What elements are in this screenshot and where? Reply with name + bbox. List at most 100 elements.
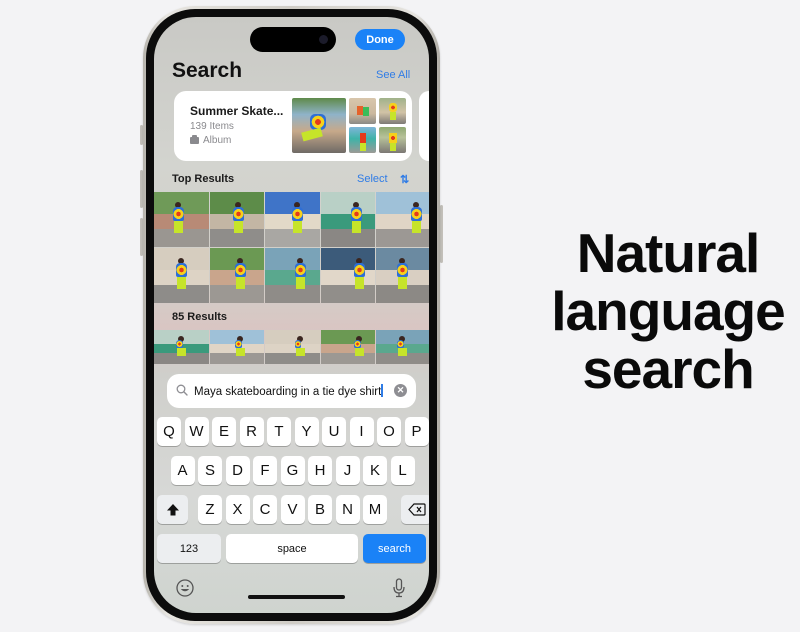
photo-subject-pants [236, 277, 246, 290]
key-t[interactable]: T [267, 417, 291, 446]
photo-subject-pants [176, 277, 186, 290]
key-x[interactable]: X [225, 495, 250, 524]
photo-ground [265, 353, 320, 364]
shift-key[interactable] [157, 495, 188, 524]
photo-background [265, 248, 320, 270]
key-s[interactable]: S [198, 456, 222, 485]
album-card[interactable]: Summer Skate... 139 Items Album [174, 91, 412, 161]
space-key[interactable]: space [226, 534, 358, 563]
next-album-card[interactable] [419, 91, 429, 161]
camera-icon [319, 35, 328, 44]
photo-subject-shirt [291, 207, 303, 222]
headline: Natural language search [548, 224, 788, 398]
delete-key[interactable] [401, 495, 429, 524]
home-indicator[interactable] [248, 595, 345, 599]
backspace-icon [407, 503, 426, 516]
photo-subject-shirt [175, 263, 187, 278]
page-title: Search [172, 59, 243, 82]
photo-thumbnail[interactable] [265, 330, 320, 364]
key-c[interactable]: C [253, 495, 277, 524]
photo-subject-pants [174, 221, 184, 234]
key-y[interactable]: Y [294, 417, 319, 446]
microphone-icon[interactable] [392, 578, 406, 598]
photo-thumbnail[interactable] [376, 330, 429, 364]
photo-subject-pants [352, 221, 362, 234]
key-w[interactable]: W [184, 417, 209, 446]
done-button[interactable]: Done [355, 29, 405, 50]
photo-subject-shirt [235, 263, 247, 278]
photo-subject-shirt [232, 207, 244, 222]
key-j[interactable]: J [335, 456, 360, 485]
key-e[interactable]: E [212, 417, 236, 446]
photo-subject-shirt [235, 339, 243, 349]
photo-thumbnail[interactable] [320, 330, 376, 364]
photo-thumbnail[interactable] [265, 192, 320, 247]
key-l[interactable]: L [390, 456, 415, 485]
top-results-label: Top Results [172, 173, 235, 185]
sort-arrows-icon[interactable]: ⇅ [400, 173, 409, 186]
album-title: Summer Skate... [190, 104, 284, 118]
key-h[interactable]: H [308, 456, 332, 485]
key-d[interactable]: D [225, 456, 250, 485]
photo-subject-shirt [354, 339, 361, 349]
album-thumbnail [349, 98, 376, 124]
headline-line-1: Natural [576, 222, 761, 284]
key-p[interactable]: P [404, 417, 429, 446]
photo-thumbnail[interactable] [320, 248, 376, 303]
key-k[interactable]: K [363, 456, 387, 485]
search-input[interactable]: Maya skateboarding in a tie dye shirt ✕ [167, 374, 416, 408]
photo-thumbnail[interactable] [154, 330, 209, 364]
photo-subject-pants [236, 348, 246, 356]
album-type-label: Album [203, 135, 232, 146]
select-button[interactable]: Select [357, 173, 388, 185]
photo-thumbnail[interactable] [209, 192, 265, 247]
key-n[interactable]: N [335, 495, 360, 524]
emoji-icon[interactable] [176, 579, 194, 597]
photo-thumbnail[interactable] [320, 192, 376, 247]
photo-thumbnail[interactable] [376, 248, 429, 303]
album-thumbnail [379, 127, 406, 153]
key-i[interactable]: I [349, 417, 374, 446]
key-a[interactable]: A [170, 456, 195, 485]
photo-thumbnail[interactable] [265, 248, 320, 303]
key-z[interactable]: Z [198, 495, 222, 524]
photo-subject-pants [355, 348, 365, 356]
photo-thumbnail[interactable] [154, 248, 209, 303]
album-thumbnail [349, 127, 376, 153]
album-item-count: 139 Items [190, 121, 234, 132]
see-all-link[interactable]: See All [376, 69, 410, 81]
photo-thumbnail[interactable] [376, 192, 429, 247]
key-f[interactable]: F [253, 456, 277, 485]
photo-ground [320, 285, 376, 303]
key-q[interactable]: Q [157, 417, 181, 446]
shift-arrow-icon [166, 503, 179, 515]
photo-subject-shirt [173, 207, 185, 222]
phone-screen: Done Search See All Summer Skate... 139 … [154, 17, 429, 613]
key-r[interactable]: R [239, 417, 264, 446]
search-input-value: Maya skateboarding in a tie dye shirt [194, 384, 383, 398]
photo-subject-shirt [351, 207, 363, 222]
photo-subject-pants [398, 277, 408, 290]
numbers-key[interactable]: 123 [157, 534, 221, 563]
album-thumbnails [292, 98, 406, 153]
photo-subject-shirt [397, 339, 404, 349]
clear-x-icon[interactable]: ✕ [394, 384, 407, 397]
key-o[interactable]: O [377, 417, 401, 446]
photo-subject-pants [295, 348, 305, 356]
photo-thumbnail[interactable] [209, 248, 265, 303]
photo-ground [320, 229, 376, 247]
key-u[interactable]: U [322, 417, 346, 446]
dynamic-island [250, 27, 336, 52]
search-key[interactable]: search [363, 534, 426, 563]
key-g[interactable]: G [280, 456, 305, 485]
photo-subject-shirt [294, 339, 302, 349]
text-cursor [381, 384, 383, 397]
key-b[interactable]: B [308, 495, 332, 524]
key-m[interactable]: M [363, 495, 387, 524]
search-query-text: Maya skateboarding in a tie dye shirt [194, 386, 382, 398]
photo-subject-pants [292, 221, 302, 234]
photo-thumbnail[interactable] [154, 192, 209, 247]
photo-thumbnail[interactable] [209, 330, 265, 364]
key-v[interactable]: V [280, 495, 305, 524]
slide: Natural language search Done Search See … [0, 0, 800, 632]
